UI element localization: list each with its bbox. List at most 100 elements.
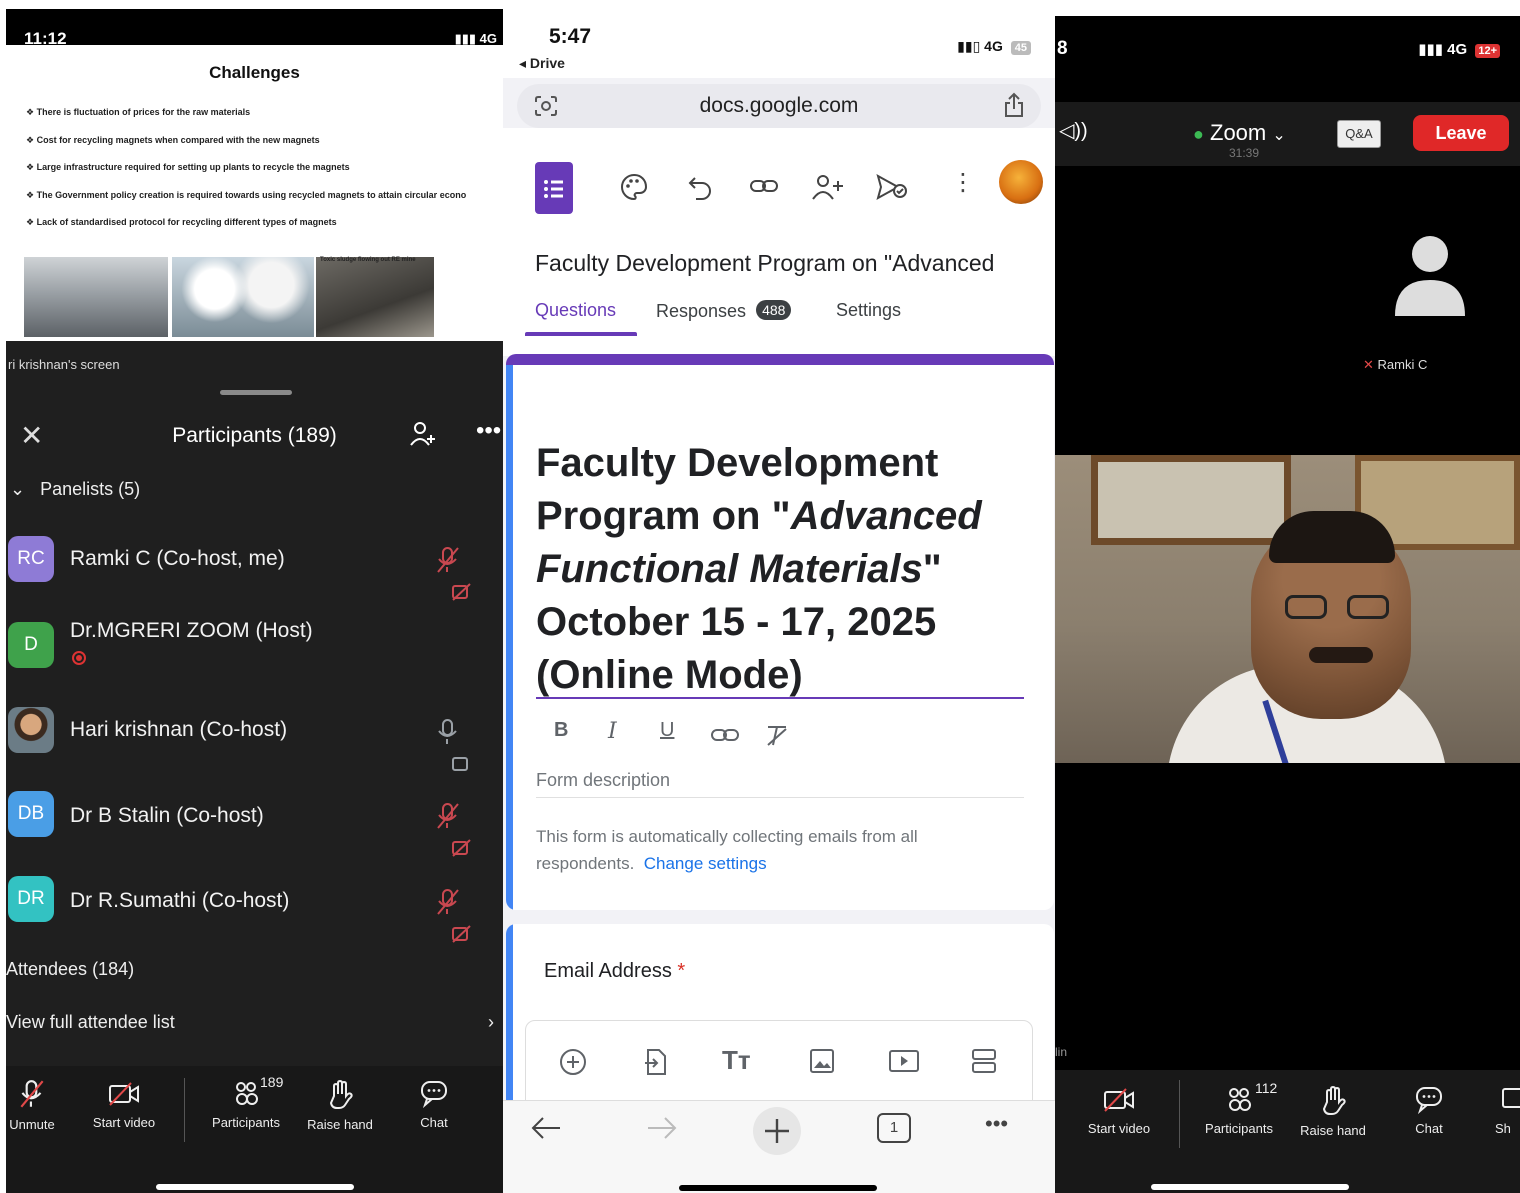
- italic-icon[interactable]: I: [608, 719, 617, 744]
- add-title-icon[interactable]: Tт: [722, 1045, 751, 1076]
- tab-switcher-button[interactable]: 1: [877, 1113, 911, 1143]
- participants-count: 112: [1255, 1080, 1278, 1096]
- home-indicator: [679, 1185, 877, 1191]
- participant-row[interactable]: D Dr.MGRERI ZOOM (Host): [6, 607, 503, 687]
- glasses-right: [1347, 595, 1389, 619]
- avatar: D: [8, 622, 54, 668]
- raise-hand-button[interactable]: Raise hand: [1295, 1084, 1371, 1138]
- slide-photo-mine: [316, 257, 434, 337]
- participant-row[interactable]: Hari krishnan (Co-host): [6, 699, 503, 771]
- link-icon[interactable]: [710, 725, 740, 751]
- meeting-timer: 31:39: [1229, 146, 1260, 160]
- question-label: Email Address: [544, 960, 672, 982]
- title-line: October 15 - 17, 2025: [536, 600, 937, 644]
- speaker-icon[interactable]: ◁)): [1059, 118, 1088, 143]
- slide-bullet: ❖ Large infrastructure required for sett…: [26, 162, 350, 172]
- link-icon[interactable]: [749, 172, 779, 207]
- form-title-input[interactable]: Faculty Development Program on "Advanced…: [536, 437, 1036, 702]
- meeting-info-button[interactable]: ● Zoom ⌄: [1193, 120, 1286, 146]
- slide-photo-chimneys: [172, 257, 314, 337]
- tab-responses[interactable]: Responses 488: [656, 300, 792, 322]
- browser-toolbar: 1 •••: [503, 1100, 1055, 1193]
- title-underline: [536, 697, 1024, 699]
- undo-icon[interactable]: [687, 172, 715, 207]
- mic-muted-icon: [434, 803, 462, 835]
- participant-row[interactable]: DR Dr R.Sumathi (Co-host): [6, 869, 503, 943]
- participants-button[interactable]: 189 Participants: [204, 1074, 288, 1130]
- tab-settings[interactable]: Settings: [836, 300, 901, 321]
- participants-button[interactable]: 112 Participants: [1197, 1080, 1281, 1136]
- forward-arrow-icon[interactable]: [645, 1113, 679, 1148]
- chat-label: Chat: [1415, 1121, 1443, 1136]
- network-label: 4G: [984, 38, 1003, 54]
- participants-icon: [231, 1082, 261, 1111]
- import-questions-icon[interactable]: [642, 1047, 670, 1082]
- add-section-icon[interactable]: [970, 1047, 998, 1080]
- raise-hand-label: Raise hand: [307, 1117, 373, 1132]
- participant-name-label: lin: [1055, 1045, 1068, 1059]
- participants-count: 189: [260, 1074, 284, 1090]
- back-arrow-icon[interactable]: [529, 1113, 563, 1148]
- tab-questions[interactable]: Questions: [535, 300, 616, 321]
- battery-icon: 12+: [1475, 44, 1500, 58]
- back-app-label: Drive: [529, 55, 565, 71]
- start-video-button[interactable]: Start video: [84, 1080, 164, 1130]
- status-time: 8: [1057, 38, 1068, 59]
- participants-label: Participants: [212, 1115, 280, 1130]
- drag-handle[interactable]: [220, 390, 292, 395]
- palette-icon[interactable]: [619, 172, 649, 207]
- share-button[interactable]: Sh: [1495, 1084, 1520, 1136]
- address-bar[interactable]: docs.google.com: [517, 84, 1041, 128]
- chevron-down-icon: ⌄: [10, 479, 26, 499]
- title-line: ": [922, 547, 942, 591]
- more-icon[interactable]: •••: [985, 1111, 1008, 1137]
- form-description-input[interactable]: Form description: [536, 770, 670, 791]
- card-focus-bar: [506, 924, 513, 1124]
- bold-icon[interactable]: B: [554, 719, 568, 742]
- panelists-section[interactable]: ⌄ Panelists (5): [10, 479, 140, 500]
- new-tab-button[interactable]: [753, 1107, 801, 1155]
- qa-button[interactable]: Q&A: [1337, 120, 1381, 148]
- participant-name: Hari krishnan (Co-host): [70, 718, 288, 741]
- mic-muted-icon: [434, 889, 462, 921]
- chat-icon: [419, 1081, 449, 1111]
- clear-format-icon[interactable]: [764, 723, 790, 753]
- email-collection-note: This form is automatically collecting em…: [536, 823, 1006, 877]
- add-question-icon[interactable]: [558, 1047, 588, 1082]
- add-collaborator-icon[interactable]: [811, 172, 845, 207]
- view-attendee-list[interactable]: View full attendee list ›: [6, 1012, 503, 1033]
- avatar[interactable]: [999, 160, 1043, 204]
- participant-row[interactable]: DB Dr B Stalin (Co-host): [6, 783, 503, 857]
- back-to-app[interactable]: ◂ Drive: [519, 55, 565, 72]
- google-forms-screenshot: 5:47 ◂ Drive ▮▮▯ 4G 45 docs.google.com ⋮…: [503, 12, 1055, 1193]
- underline-icon[interactable]: U: [660, 719, 674, 742]
- title-line: (Online Mode): [536, 653, 803, 697]
- slide-bullet: ❖ The Government policy creation is requ…: [26, 189, 467, 200]
- video-off-icon: [450, 839, 474, 864]
- chat-button[interactable]: Chat: [408, 1078, 460, 1130]
- toolbar-divider: [1179, 1080, 1180, 1148]
- leave-button[interactable]: Leave: [1413, 115, 1509, 151]
- send-icon[interactable]: [875, 172, 909, 207]
- description-underline: [536, 797, 1024, 798]
- change-settings-link[interactable]: Change settings: [644, 854, 767, 873]
- card-focus-bar: [506, 365, 513, 910]
- share-label: Sh: [1495, 1121, 1511, 1136]
- invite-user-icon[interactable]: [408, 419, 438, 454]
- raise-hand-button[interactable]: Raise hand: [302, 1078, 378, 1132]
- form-header-card: Faculty Development Program on "Advanced…: [506, 354, 1054, 910]
- avatar: [8, 707, 54, 753]
- signal-icon: ▮▮▯: [957, 38, 985, 54]
- more-icon[interactable]: •••: [476, 417, 501, 445]
- participant-row[interactable]: RC Ramki C (Co-host, me): [6, 529, 503, 601]
- start-video-label: Start video: [92, 1115, 156, 1130]
- share-icon[interactable]: [1003, 92, 1025, 123]
- more-vertical-icon[interactable]: ⋮: [951, 168, 975, 197]
- start-video-button[interactable]: Start video: [1079, 1086, 1159, 1136]
- unmute-button[interactable]: Unmute: [6, 1078, 60, 1132]
- forms-logo-icon[interactable]: [535, 162, 573, 214]
- add-image-icon[interactable]: [808, 1047, 836, 1080]
- add-video-icon[interactable]: [888, 1047, 920, 1080]
- chat-button[interactable]: Chat: [1403, 1084, 1455, 1136]
- slide-bullet: ❖ Lack of standardised protocol for recy…: [26, 217, 337, 227]
